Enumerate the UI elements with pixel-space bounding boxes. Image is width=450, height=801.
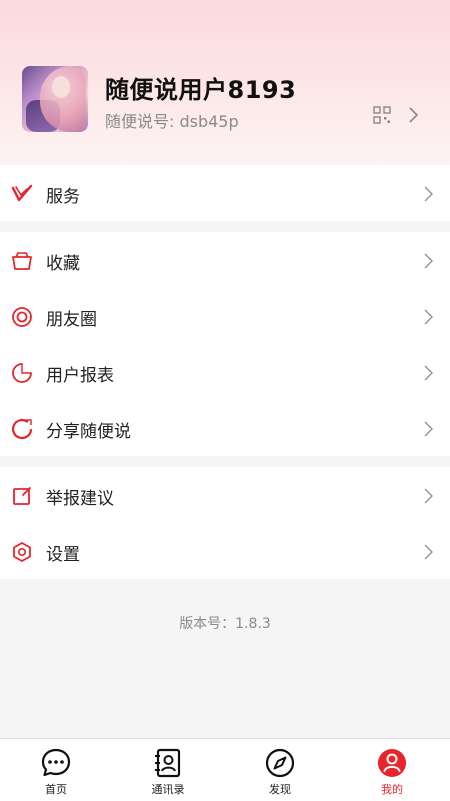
version-label: 版本号：1.8.3 — [179, 616, 271, 632]
menu-item-feedback[interactable]: 举报建议 — [0, 467, 450, 523]
menu-item-label: 举报建议 — [46, 489, 114, 509]
chevron-right-icon — [424, 488, 434, 504]
report-icon — [12, 363, 32, 383]
feedback-icon — [13, 487, 31, 505]
tab-label: 我的 — [381, 783, 403, 796]
chevron-right-icon — [424, 309, 434, 325]
profile-header: 随便说用户8193 随便说号: dsb45p — [0, 0, 450, 165]
menu-item-share[interactable]: 分享随便说 — [0, 400, 450, 456]
tab-contacts[interactable]: 通讯录 — [112, 739, 224, 801]
chevron-right-icon — [424, 421, 434, 437]
bottom-tab-bar: 首页 通讯录 发现 我的 — [0, 738, 450, 801]
tab-discover[interactable]: 发现 — [224, 739, 336, 801]
compass-icon — [265, 748, 295, 778]
menu-item-favorites[interactable]: 收藏 — [0, 232, 450, 288]
tab-label: 发现 — [269, 783, 291, 796]
menu-item-report[interactable]: 用户报表 — [0, 344, 450, 400]
favorites-icon — [12, 252, 32, 270]
chevron-right-icon — [424, 365, 434, 381]
service-icon — [11, 184, 33, 202]
contacts-icon — [155, 748, 181, 778]
profile-username: 随便说用户8193 — [105, 76, 297, 104]
menu-group-misc: 举报建议 设置 — [0, 467, 450, 579]
menu-item-service[interactable]: 服务 — [0, 165, 450, 221]
tab-me[interactable]: 我的 — [336, 739, 448, 801]
moments-icon — [12, 307, 32, 327]
menu-item-label: 设置 — [46, 545, 80, 565]
menu-item-settings[interactable]: 设置 — [0, 523, 450, 579]
menu-item-label: 服务 — [46, 187, 80, 207]
chevron-right-icon — [424, 186, 434, 202]
chevron-right-icon — [424, 253, 434, 269]
tab-home[interactable]: 首页 — [0, 739, 112, 801]
chat-icon — [41, 748, 71, 777]
qr-code-icon[interactable] — [373, 106, 391, 124]
menu-item-label: 朋友圈 — [46, 310, 97, 330]
tab-label: 首页 — [45, 783, 67, 796]
menu-item-label: 分享随便说 — [46, 422, 131, 442]
avatar[interactable] — [22, 66, 88, 132]
menu-item-label: 用户报表 — [46, 366, 114, 386]
tab-label: 通讯录 — [151, 783, 185, 796]
menu-item-label: 收藏 — [46, 254, 80, 274]
chevron-right-icon — [424, 544, 434, 560]
profile-user-id: 随便说号: dsb45p — [105, 112, 239, 131]
menu-group-main: 收藏 朋友圈 用户报表 分享随便说 — [0, 232, 450, 456]
user-icon — [378, 749, 406, 777]
settings-icon — [13, 542, 31, 562]
share-icon — [11, 418, 33, 440]
menu-group-service: 服务 — [0, 165, 450, 221]
profile-chevron-right-icon[interactable] — [406, 106, 420, 124]
menu-item-moments[interactable]: 朋友圈 — [0, 288, 450, 344]
